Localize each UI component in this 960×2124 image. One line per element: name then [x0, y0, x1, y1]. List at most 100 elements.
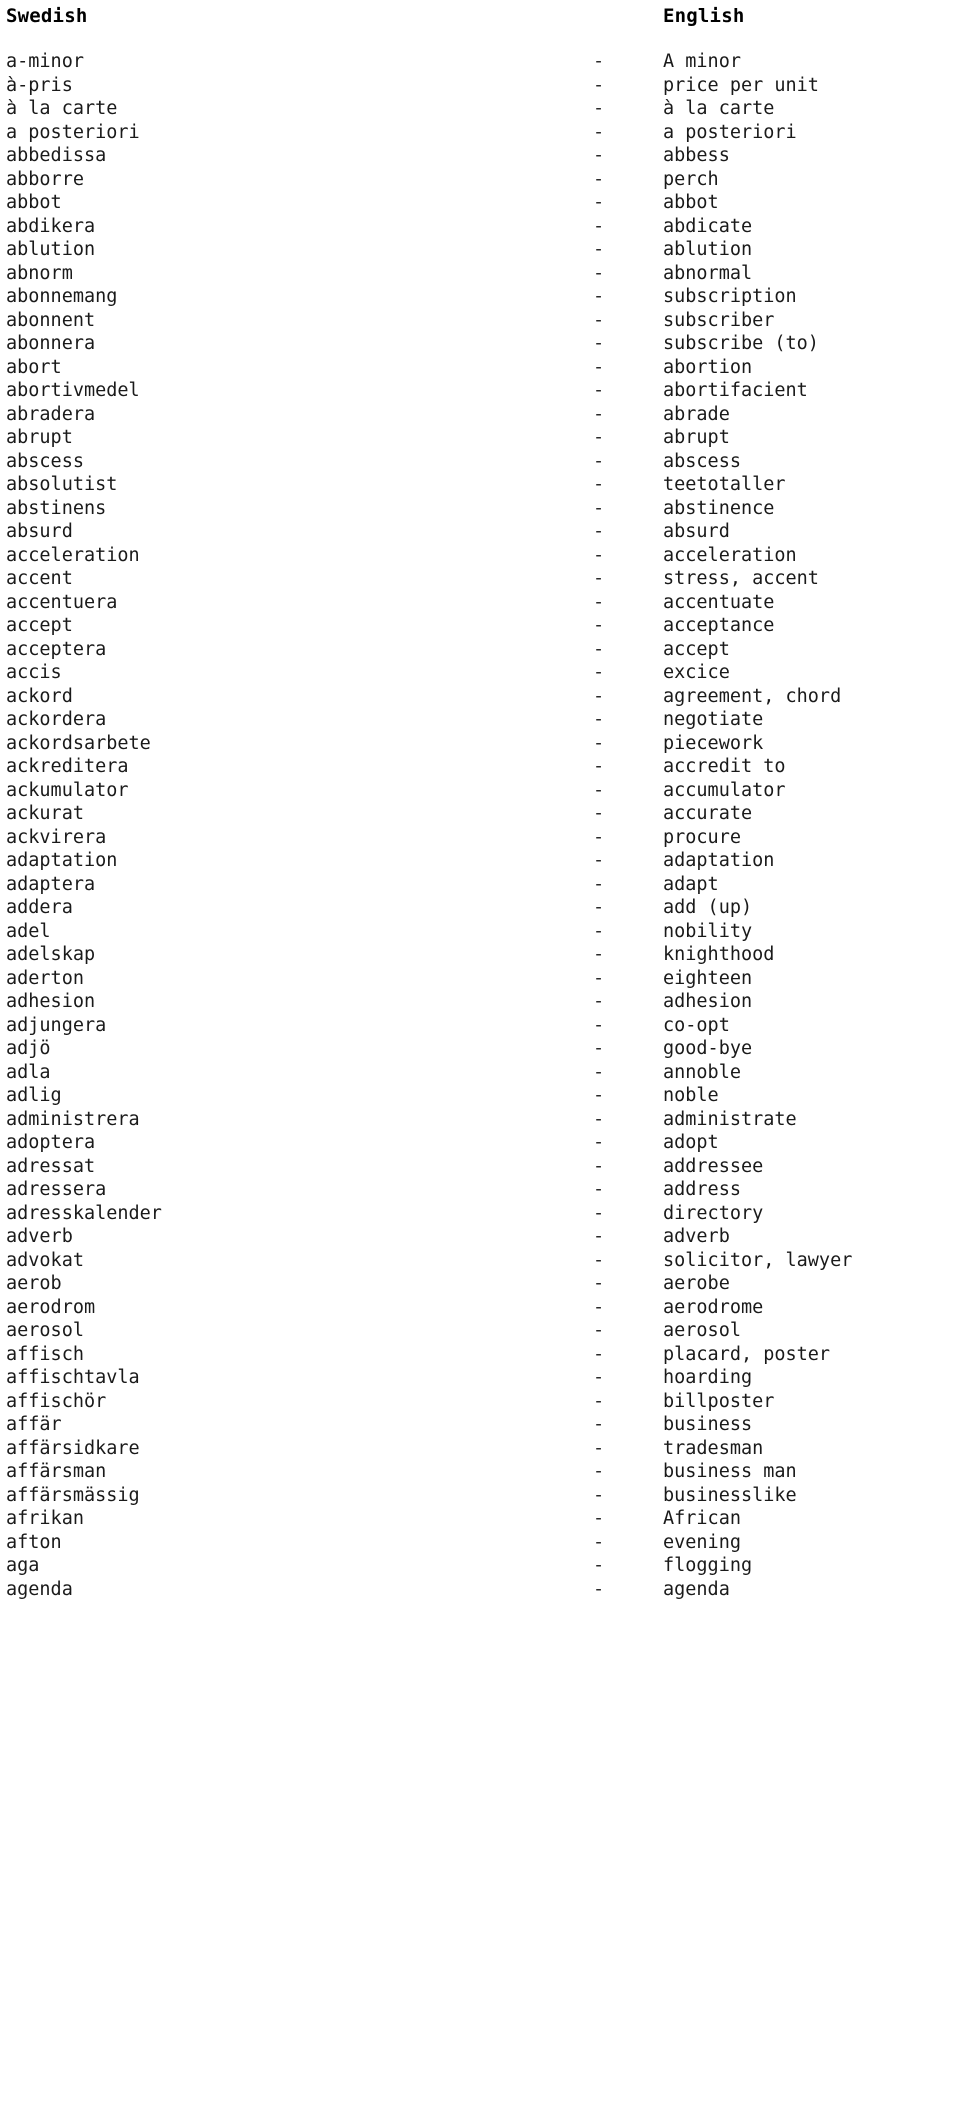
english-translation: tradesman — [663, 1437, 764, 1459]
english-translation: à la carte — [663, 98, 775, 119]
entry-separator-dash: - — [593, 756, 605, 777]
english-translation: abrade — [663, 403, 730, 425]
english-translation: evening — [663, 1531, 741, 1553]
swedish-term: abscess — [6, 450, 84, 472]
swedish-term: accentuera — [6, 591, 118, 613]
swedish-term: absolutist — [6, 474, 118, 495]
entry-separator-dash: - — [593, 450, 605, 472]
dictionary-entry-row: ackurat - accurate — [0, 802, 960, 826]
swedish-term: adel — [6, 920, 51, 942]
dictionary-entry-row: absurd - absurd — [0, 520, 960, 544]
entry-separator-dash: - — [593, 286, 605, 307]
entry-separator-dash: - — [593, 145, 605, 166]
swedish-term: affisch — [6, 1343, 84, 1365]
dictionary-entry-row: adlig - noble — [0, 1084, 960, 1108]
english-translation: procure — [663, 826, 741, 848]
swedish-term: ackvirera — [6, 826, 107, 848]
entry-separator-dash: - — [593, 685, 605, 707]
swedish-term: a-minor — [6, 51, 84, 72]
english-translation: a posteriori — [663, 121, 797, 143]
dictionary-entry-row: abrupt - abrupt — [0, 426, 960, 450]
swedish-term: adhesion — [6, 991, 96, 1012]
english-translation: address — [663, 1179, 741, 1200]
dictionary-entry-row: abonnent - subscriber — [0, 309, 960, 333]
english-translation: noble — [663, 1085, 719, 1106]
entry-separator-dash: - — [593, 1320, 605, 1341]
dictionary-entry-row: ackumulator - accumulator — [0, 779, 960, 803]
english-translation: abbot — [663, 192, 719, 213]
swedish-term: abstinens — [6, 497, 107, 519]
swedish-term: adresskalender — [6, 1202, 162, 1224]
swedish-term: administrera — [6, 1108, 140, 1130]
dictionary-entry-row: abnorm - abnormal — [0, 262, 960, 286]
english-translation: eighteen — [663, 967, 753, 989]
swedish-term: aderton — [6, 967, 84, 989]
entry-separator-dash: - — [593, 1578, 605, 1600]
english-translation: price per unit — [663, 74, 819, 96]
dictionary-entry-row: abborre - perch — [0, 168, 960, 192]
dictionary-entry-row: abonnemang - subscription — [0, 285, 960, 309]
swedish-term: affärsman — [6, 1461, 107, 1482]
english-translation: agreement, chord — [663, 685, 842, 707]
entry-separator-dash: - — [593, 967, 605, 989]
dictionary-entry-row: adjö - good-bye — [0, 1037, 960, 1061]
english-translation: nobility — [663, 920, 753, 942]
english-translation: hoarding — [663, 1367, 753, 1388]
english-translation: aerodrome — [663, 1296, 764, 1318]
english-translation: adverb — [663, 1226, 730, 1247]
english-translation: adopt — [663, 1132, 719, 1153]
dictionary-entry-row: affärsman - business man — [0, 1460, 960, 1484]
entry-separator-dash: - — [593, 1014, 605, 1036]
dictionary-entry-row: adoptera - adopt — [0, 1131, 960, 1155]
dictionary-entry-row: accept - acceptance — [0, 614, 960, 638]
entry-separator-dash: - — [593, 192, 605, 213]
swedish-term: abonnera — [6, 333, 96, 354]
entry-separator-dash: - — [593, 121, 605, 143]
swedish-term: adressat — [6, 1155, 96, 1177]
english-translation: co-opt — [663, 1014, 730, 1036]
entry-separator-dash: - — [593, 427, 605, 448]
dictionary-entry-row: abort - abortion — [0, 356, 960, 380]
entry-separator-dash: - — [593, 333, 605, 354]
dictionary-entry-row: accis - excice — [0, 661, 960, 685]
swedish-term: adelskap — [6, 944, 96, 965]
swedish-term: à la carte — [6, 98, 118, 119]
english-translation: abbess — [663, 145, 730, 166]
dictionary-entry-row: aerosol - aerosol — [0, 1319, 960, 1343]
swedish-term: adla — [6, 1061, 51, 1083]
dictionary-entry-row: adresskalender - directory — [0, 1202, 960, 1226]
entry-separator-dash: - — [593, 521, 605, 542]
dictionary-entry-row: adelskap - knighthood — [0, 943, 960, 967]
dictionary-entry-row: a posteriori - a posteriori — [0, 121, 960, 145]
english-translation: add (up) — [663, 897, 753, 918]
swedish-term: à-pris — [6, 74, 73, 96]
entry-separator-dash: - — [593, 920, 605, 942]
dictionary-entry-row: ackvirera - procure — [0, 826, 960, 850]
entry-separator-dash: - — [593, 1085, 605, 1106]
english-translation: negotiate — [663, 709, 764, 730]
swedish-term: a posteriori — [6, 121, 140, 143]
dictionary-page: Swedish English a-minor - A minor à-pris - pr… — [0, 0, 960, 2124]
entry-separator-dash: - — [593, 1531, 605, 1553]
entry-separator-dash: - — [593, 568, 605, 589]
swedish-term: abortivmedel — [6, 380, 140, 401]
dictionary-entry-row: abbot - abbot — [0, 191, 960, 215]
english-translation: perch — [663, 168, 719, 190]
dictionary-entry-row: à-pris - price per unit — [0, 74, 960, 98]
dictionary-entry-row: abradera - abrade — [0, 403, 960, 427]
dictionary-entry-row: afrikan - African — [0, 1507, 960, 1531]
dictionary-entry-row: advokat - solicitor, lawyer — [0, 1249, 960, 1273]
dictionary-entry-row: affärsmässig - businesslike — [0, 1484, 960, 1508]
dictionary-entry-row: addera - add (up) — [0, 896, 960, 920]
entry-separator-dash: - — [593, 591, 605, 613]
entry-separator-dash: - — [593, 991, 605, 1012]
english-translation: directory — [663, 1202, 764, 1224]
english-translation: abortion — [663, 356, 753, 378]
dictionary-entry-row: affischtavla - hoarding — [0, 1366, 960, 1390]
english-translation: teetotaller — [663, 474, 786, 495]
dictionary-entry-row: abonnera - subscribe (to) — [0, 332, 960, 356]
entry-separator-dash: - — [593, 1249, 605, 1271]
english-translation: billposter — [663, 1390, 775, 1412]
entry-separator-dash: - — [593, 1508, 605, 1529]
swedish-term: ackreditera — [6, 756, 129, 777]
